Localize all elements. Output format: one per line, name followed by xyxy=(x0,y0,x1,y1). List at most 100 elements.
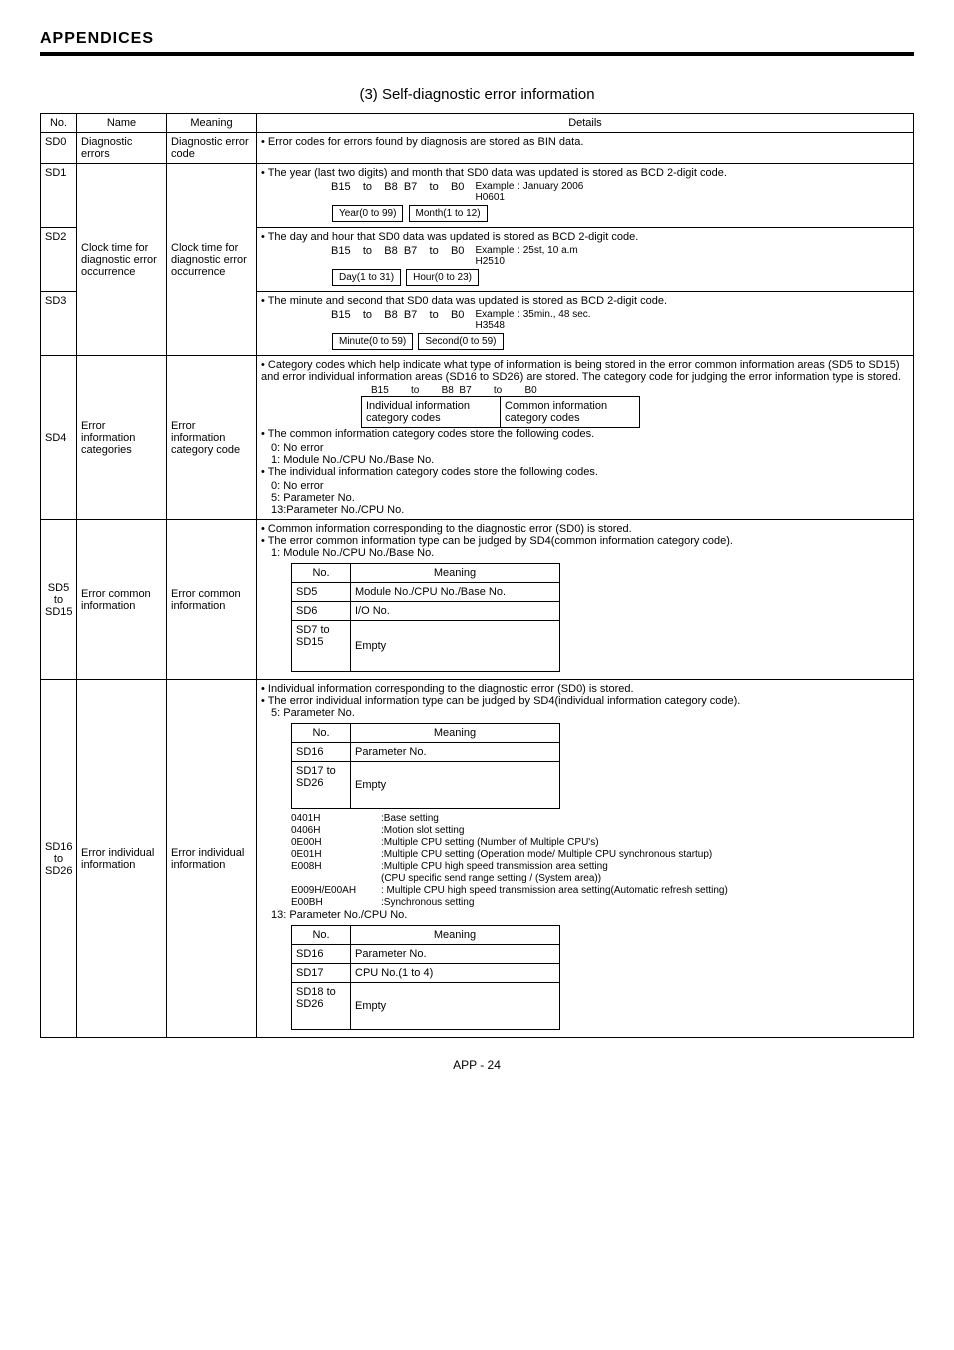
code-k: E009H/E00AH xyxy=(291,885,381,896)
sd16-line4: 13: Parameter No./CPU No. xyxy=(271,909,909,921)
cat1: Individual information category codes xyxy=(362,397,501,428)
section-title: (3) Self-diagnostic error information xyxy=(40,86,914,103)
sd3-no: SD3 xyxy=(41,292,77,356)
code-v: :Base setting xyxy=(381,813,439,824)
sd16-details: • Individual information corresponding t… xyxy=(257,680,914,1038)
code-v: : Multiple CPU high speed transmission a… xyxy=(381,885,728,896)
bit-b8: B8 xyxy=(384,181,397,193)
t1-r2b: Empty xyxy=(351,762,560,809)
header-rule xyxy=(40,52,914,56)
sd0-no: SD0 xyxy=(41,133,77,164)
code-v: :Multiple CPU high speed transmission ar… xyxy=(381,861,608,872)
col-name: Name xyxy=(77,114,167,133)
col-no: No. xyxy=(41,114,77,133)
t2-r3a: SD18 to SD26 xyxy=(292,983,351,1030)
t2-r1b: Parameter No. xyxy=(351,945,560,964)
sd16-name: Error individual information xyxy=(77,680,167,1038)
sd16-meaning: Error individual information xyxy=(167,680,257,1038)
th-no: No. xyxy=(292,564,351,583)
sd2-no: SD2 xyxy=(41,228,77,292)
r3a: SD7 to SD15 xyxy=(292,621,351,672)
bit-b15: B15 xyxy=(331,181,351,193)
sd0-name: Diagnostic errors xyxy=(77,133,167,164)
row-sd16: SD16 to SD26 Error individual informatio… xyxy=(41,680,914,1038)
t2-r2b: CPU No.(1 to 4) xyxy=(351,964,560,983)
t1-r1b: Parameter No. xyxy=(351,743,560,762)
t2-r2a: SD17 xyxy=(292,964,351,983)
bit-b0: B0 xyxy=(451,245,464,257)
sd4-c0: 0: No error xyxy=(271,442,909,454)
bit-to: to xyxy=(363,181,372,193)
row-sd1: SD1 Clock time for diagnostic error occu… xyxy=(41,164,914,228)
bit-b15: B15 xyxy=(371,385,389,396)
bit-b15: B15 xyxy=(331,309,351,321)
bit-to: to xyxy=(430,245,439,257)
code-k: 0E01H xyxy=(291,849,381,860)
code-k: 0E00H xyxy=(291,837,381,848)
sd2-box2: Hour(0 to 23) xyxy=(406,269,479,286)
bit-to: to xyxy=(430,181,439,193)
sd16-table2: No.Meaning SD16Parameter No. SD17CPU No.… xyxy=(291,925,560,1030)
row-sd4: SD4 Error information categories Error i… xyxy=(41,356,914,520)
sd2-details: • The day and hour that SD0 data was upd… xyxy=(257,228,914,292)
bit-b0: B0 xyxy=(524,385,536,396)
sd3-ex2: H3548 xyxy=(475,320,504,331)
code-k: E00BH xyxy=(291,897,381,908)
sd3-line1: • The minute and second that SD0 data wa… xyxy=(261,295,909,307)
sd4-i0: 0: No error xyxy=(271,480,909,492)
sd16-line3: 5: Parameter No. xyxy=(271,707,909,719)
bit-b7: B7 xyxy=(404,245,417,257)
sd0-details: • Error codes for errors found by diagno… xyxy=(257,133,914,164)
sd5-table: No.Meaning SD5Module No./CPU No./Base No… xyxy=(291,563,560,672)
r1b: Module No./CPU No./Base No. xyxy=(351,583,560,602)
t1-r1a: SD16 xyxy=(292,743,351,762)
code-v: :Multiple CPU setting (Number of Multipl… xyxy=(381,837,599,848)
bit-b7: B7 xyxy=(404,309,417,321)
sd4-name: Error information categories xyxy=(77,356,167,520)
code-list: 0401H:Base setting 0406H:Motion slot set… xyxy=(291,813,909,908)
sd4-meaning: Error information category code xyxy=(167,356,257,520)
sd5-meaning: Error common information xyxy=(167,520,257,680)
sd4-line2: • The common information category codes … xyxy=(261,428,909,440)
sd4-i13: 13:Parameter No./CPU No. xyxy=(271,504,909,516)
sd4-i5: 5: Parameter No. xyxy=(271,492,909,504)
sd16-table1: No.Meaning SD16Parameter No. SD17 to SD2… xyxy=(291,723,560,809)
bit-b8: B8 xyxy=(442,385,454,396)
sd4-c1: 1: Module No./CPU No./Base No. xyxy=(271,454,909,466)
code-k: 0406H xyxy=(291,825,381,836)
r2b: I/O No. xyxy=(351,602,560,621)
code-v: :Motion slot setting xyxy=(381,825,464,836)
code-k: E008H xyxy=(291,861,381,872)
code-v: :Synchronous setting xyxy=(381,897,474,908)
sd2-ex2: H2510 xyxy=(475,256,504,267)
r2a: SD6 xyxy=(292,602,351,621)
t1-r2a: SD17 to SD26 xyxy=(292,762,351,809)
page-header: APPENDICES xyxy=(40,30,914,48)
bit-b15: B15 xyxy=(331,245,351,257)
t2-th2: Meaning xyxy=(351,926,560,945)
sd5-no: SD5 to SD15 xyxy=(41,520,77,680)
sd3-details: • The minute and second that SD0 data wa… xyxy=(257,292,914,356)
sd0-meaning: Diagnostic error code xyxy=(167,133,257,164)
bit-b7: B7 xyxy=(459,385,471,396)
row-sd5: SD5 to SD15 Error common information Err… xyxy=(41,520,914,680)
bit-b0: B0 xyxy=(451,309,464,321)
bit-b0: B0 xyxy=(451,181,464,193)
sd1-ex2: H0601 xyxy=(475,192,504,203)
t1-th1: No. xyxy=(292,724,351,743)
code-v: :Multiple CPU setting (Operation mode/ M… xyxy=(381,849,712,860)
sd16-line2: • The error individual information type … xyxy=(261,695,909,707)
col-details: Details xyxy=(257,114,914,133)
sd3-box1: Minute(0 to 59) xyxy=(332,333,413,350)
category-table: Individual information category codes Co… xyxy=(361,396,640,428)
row-sd0: SD0 Diagnostic errors Diagnostic error c… xyxy=(41,133,914,164)
sd2-ex1: Example : 25st, 10 a.m xyxy=(475,245,577,256)
bit-b8: B8 xyxy=(384,245,397,257)
sd4-line3: • The individual information category co… xyxy=(261,466,909,478)
sd4-line1: • Category codes which help indicate wha… xyxy=(261,359,909,383)
sd16-line1: • Individual information corresponding t… xyxy=(261,683,909,695)
error-info-table: No. Name Meaning Details SD0 Diagnostic … xyxy=(40,113,914,1038)
sd1-3-name: Clock time for diagnostic error occurren… xyxy=(77,164,167,356)
sd1-box2: Month(1 to 12) xyxy=(409,205,488,222)
sd5-line1: • Common information corresponding to th… xyxy=(261,523,909,535)
